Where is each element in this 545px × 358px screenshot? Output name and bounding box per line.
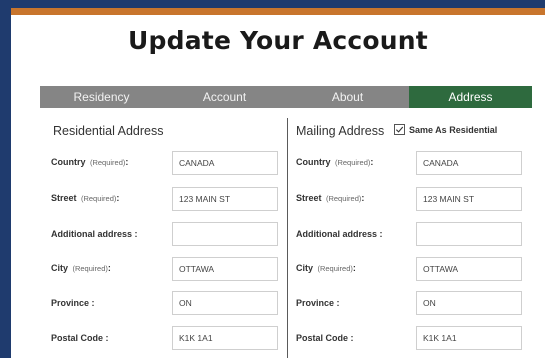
field-label: Country [51, 157, 86, 167]
field-label: Postal Code : [51, 333, 109, 343]
field-label: Additional address : [296, 229, 383, 239]
mailing-street-label: Street (Required): [296, 186, 364, 210]
residential-country-label: Country (Required): [51, 150, 128, 174]
residential-postal-label: Postal Code : [51, 326, 109, 350]
required-marker: (Required) [325, 193, 362, 203]
required-marker: (Required) [334, 157, 371, 167]
same-as-residential-label: Same As Residential [409, 124, 498, 135]
field-label: Additional address : [51, 229, 138, 239]
field-label: Country [296, 157, 331, 167]
field-label: Street [51, 193, 77, 203]
required-marker: (Required) [72, 263, 108, 273]
tab-bar: Residency Account About Address [40, 86, 532, 108]
required-marker: (Required) [89, 157, 126, 167]
required-marker: (Required) [317, 263, 353, 273]
mailing-country-label: Country (Required): [296, 150, 373, 174]
mailing-address-heading: Mailing Address [296, 124, 385, 138]
residential-country-input[interactable]: CANADA [172, 151, 278, 175]
residential-city-label: City (Required): [51, 256, 111, 280]
mailing-province-input[interactable]: ON [416, 291, 522, 315]
accent-bar [11, 8, 545, 15]
label-suffix: : [352, 263, 356, 273]
residential-additional-label: Additional address : [51, 222, 138, 246]
mailing-additional-label: Additional address : [296, 222, 383, 246]
field-label: Province : [51, 298, 95, 308]
residential-street-label: Street (Required): [51, 186, 119, 210]
mailing-province-label: Province : [296, 291, 340, 315]
mailing-country-input[interactable]: CANADA [416, 151, 522, 175]
label-suffix: : [361, 193, 365, 203]
field-label: City [296, 263, 314, 273]
label-suffix: : [116, 193, 120, 203]
label-suffix: : [107, 263, 111, 273]
mailing-postal-input[interactable]: K1K 1A1 [416, 326, 522, 350]
page-title: Update Your Account [128, 26, 428, 55]
tab-about[interactable]: About [286, 86, 409, 108]
residential-province-label: Province : [51, 291, 95, 315]
same-as-residential-option[interactable]: Same As Residential [394, 124, 497, 135]
mailing-additional-input[interactable] [416, 222, 522, 246]
left-edge-band [0, 0, 11, 358]
column-divider [287, 118, 288, 358]
residential-additional-input[interactable] [172, 222, 278, 246]
residential-postal-input[interactable]: K1K 1A1 [172, 326, 278, 350]
residential-province-input[interactable]: ON [172, 291, 278, 315]
tab-address[interactable]: Address [409, 86, 532, 108]
tab-account[interactable]: Account [163, 86, 286, 108]
required-marker: (Required) [80, 193, 117, 203]
residential-address-heading: Residential Address [53, 124, 164, 138]
field-label: Postal Code : [296, 333, 354, 343]
mailing-city-label: City (Required): [296, 256, 356, 280]
field-label: Street [296, 193, 322, 203]
field-label: City [51, 263, 69, 273]
top-header-strip [11, 0, 545, 8]
field-label: Province : [296, 298, 340, 308]
label-suffix: : [125, 157, 129, 167]
tab-residency[interactable]: Residency [40, 86, 163, 108]
mailing-city-input[interactable]: OTTAWA [416, 257, 522, 281]
same-as-residential-checkbox[interactable] [394, 124, 405, 135]
label-suffix: : [370, 157, 374, 167]
residential-street-input[interactable]: 123 MAIN ST [172, 187, 278, 211]
checkmark-icon [395, 126, 404, 133]
residential-city-input[interactable]: OTTAWA [172, 257, 278, 281]
mailing-street-input[interactable]: 123 MAIN ST [416, 187, 522, 211]
mailing-postal-label: Postal Code : [296, 326, 354, 350]
